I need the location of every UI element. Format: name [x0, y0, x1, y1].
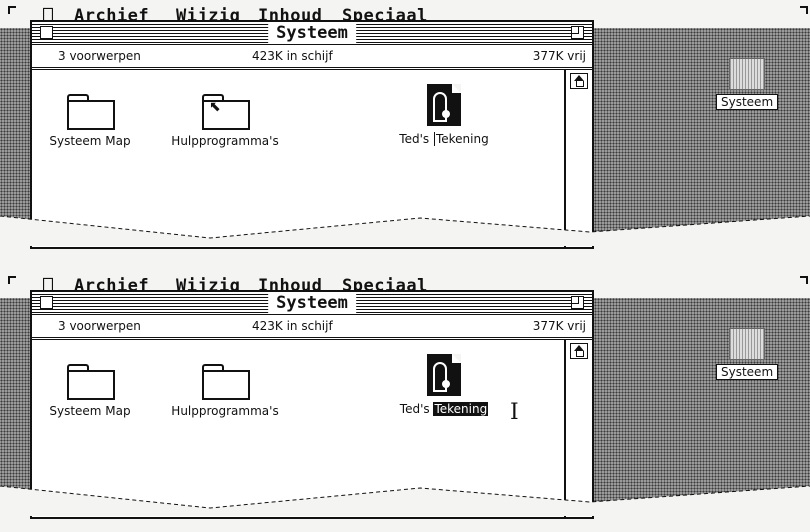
- disk-systeem[interactable]: Systeem: [716, 58, 779, 110]
- close-box[interactable]: [40, 296, 53, 309]
- zoom-box[interactable]: [571, 26, 584, 39]
- disk-label: Systeem: [716, 94, 779, 110]
- macpaint-document-icon: [427, 354, 461, 396]
- folder-systeem-map[interactable]: Systeem Map: [40, 94, 140, 149]
- free-space: 377K vrij: [532, 319, 586, 333]
- folder-label: Systeem Map: [49, 404, 131, 418]
- torn-edge: [0, 486, 810, 516]
- zoom-box[interactable]: [571, 296, 584, 309]
- disk-label: Systeem: [716, 364, 779, 380]
- disk-icon: [729, 58, 766, 90]
- document-teds-tekening[interactable]: Ted's Tekening: [384, 84, 504, 147]
- folder-label: Hulpprogramma's: [171, 404, 279, 418]
- disk-icon: [729, 328, 766, 360]
- document-label[interactable]: Ted's Tekening: [399, 132, 489, 147]
- screen-corner: [800, 276, 808, 284]
- folder-label: Hulpprogramma's: [171, 134, 279, 148]
- arrow-cursor-icon: ⬉: [209, 99, 221, 115]
- screen-corner: [8, 276, 16, 284]
- folder-icon: [67, 94, 115, 130]
- finder-window: Systeem 3 voorwerpen 423K in schijf 377K…: [30, 290, 594, 519]
- folder-icon: [67, 364, 115, 400]
- disk-usage: 423K in schijf: [252, 49, 333, 63]
- screen-before-rename:  Archief Wijzig Inhoud Speciaal Systeem…: [0, 0, 810, 249]
- window-title-bar[interactable]: Systeem: [32, 22, 592, 45]
- free-space: 377K vrij: [532, 49, 586, 63]
- item-count: 3 voorwerpen: [58, 49, 141, 63]
- scroll-up-arrow-icon[interactable]: [570, 73, 588, 89]
- screen-corner: [8, 6, 16, 14]
- window-info-bar: 3 voorwerpen 423K in schijf 377K vrij: [32, 45, 592, 70]
- window-title: Systeem: [268, 292, 356, 314]
- macpaint-document-icon: [427, 84, 461, 126]
- document-teds-tekening[interactable]: Ted's Tekening: [384, 354, 504, 417]
- torn-edge: [0, 216, 810, 246]
- document-label-name: Tekening: [433, 132, 489, 146]
- folder-icon: ⬉: [202, 94, 250, 130]
- folder-icon: [202, 364, 250, 400]
- folder-systeem-map[interactable]: Systeem Map: [40, 364, 140, 419]
- disk-usage: 423K in schijf: [252, 319, 333, 333]
- close-box[interactable]: [40, 26, 53, 39]
- folder-label: Systeem Map: [49, 134, 131, 148]
- finder-window: Systeem 3 voorwerpen 423K in schijf 377K…: [30, 20, 594, 249]
- window-title-bar[interactable]: Systeem: [32, 292, 592, 315]
- selected-text[interactable]: Tekening: [433, 402, 489, 416]
- disk-systeem[interactable]: Systeem: [716, 328, 779, 380]
- folder-hulpprogrammas[interactable]: ⬉ Hulpprogramma's: [170, 94, 280, 149]
- ibeam-cursor-icon: I: [510, 400, 519, 425]
- document-label[interactable]: Ted's Tekening: [399, 402, 489, 417]
- document-label-prefix: Ted's: [399, 402, 430, 416]
- scroll-up-arrow-icon[interactable]: [570, 343, 588, 359]
- window-title: Systeem: [268, 22, 356, 44]
- folder-hulpprogrammas[interactable]: Hulpprogramma's: [170, 364, 280, 419]
- window-info-bar: 3 voorwerpen 423K in schijf 377K vrij: [32, 315, 592, 340]
- document-label-prefix: Ted's: [399, 132, 430, 146]
- screen-after-rename:  Archief Wijzig Inhoud Speciaal Systeem…: [0, 270, 810, 519]
- item-count: 3 voorwerpen: [58, 319, 141, 333]
- screen-corner: [800, 6, 808, 14]
